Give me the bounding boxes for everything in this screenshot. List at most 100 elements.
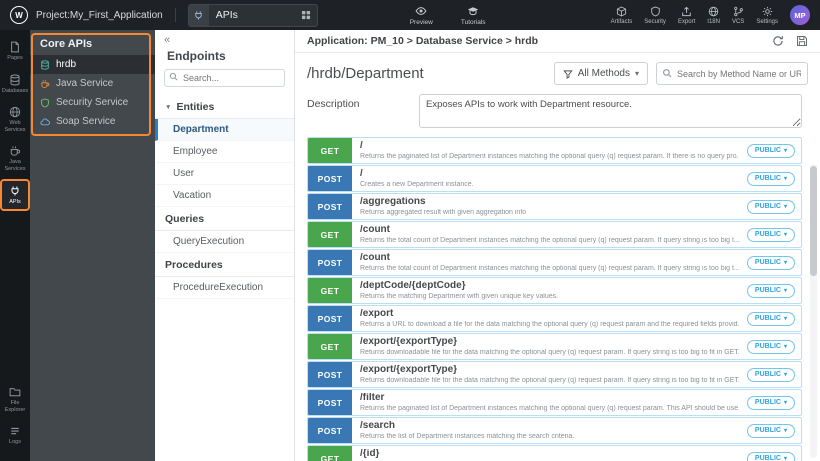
endpoint-path: /export/{exportType} <box>360 365 458 375</box>
access-level-dropdown[interactable]: PUBLIC ▾ <box>746 143 795 158</box>
sidebar-item-logs[interactable]: Logs <box>1 420 29 451</box>
chevron-down-icon: ▾ <box>634 69 639 78</box>
access-level-dropdown[interactable]: PUBLIC ▾ <box>746 311 795 326</box>
core-api-item-java-service[interactable]: Java Service <box>30 74 155 93</box>
api-endpoint-row[interactable]: GET /{id} Returns the Department instanc… <box>307 445 802 461</box>
api-endpoint-row[interactable]: POST /search Returns the list of Departm… <box>307 417 802 444</box>
search-icon <box>169 72 178 81</box>
http-method-badge: GET <box>308 138 352 163</box>
chevron-down-icon: ▾ <box>783 204 787 210</box>
core-api-label: hrdb <box>56 59 77 70</box>
tutorials-button[interactable]: Tutorials <box>461 5 486 26</box>
sidebar-item-file-explorer[interactable]: File Explorer <box>1 381 29 418</box>
access-level-label: PUBLIC <box>754 287 781 294</box>
topbar-center-tools: Preview Tutorials <box>410 5 486 26</box>
http-method-badge: GET <box>308 222 352 247</box>
tutorials-label: Tutorials <box>460 18 486 26</box>
settings-label: Settings <box>756 18 778 25</box>
graduation-cap-icon <box>467 6 479 15</box>
core-apis-title: Core APIs <box>40 38 93 50</box>
endpoint-item-user[interactable]: User <box>155 163 294 185</box>
endpoint-item-vacation[interactable]: Vacation <box>155 185 294 207</box>
endpoint-item-queryexecution[interactable]: QueryExecution <box>155 231 294 253</box>
core-api-item-hrdb[interactable]: hrdb <box>30 55 155 74</box>
sidebar-item-java-services[interactable]: Java Services <box>1 140 29 177</box>
branch-icon <box>733 6 743 16</box>
section-entities[interactable]: ▼ Entities <box>155 95 294 119</box>
access-level-dropdown[interactable]: PUBLIC ▾ <box>746 395 795 410</box>
endpoint-description: Returns the list of Department instances… <box>360 433 575 440</box>
endpoint-path: / <box>360 169 363 179</box>
preview-button[interactable]: Preview <box>410 5 433 26</box>
sidebar-item-label: Logs <box>9 439 21 446</box>
api-endpoint-row[interactable]: GET /count Returns the total count of De… <box>307 221 802 248</box>
shield-icon <box>650 6 660 16</box>
api-endpoint-row[interactable]: POST /export/{exportType} Returns downlo… <box>307 361 802 388</box>
cube-icon <box>616 6 626 16</box>
endpoint-description: Returns downloadable file for the data m… <box>360 349 739 356</box>
api-endpoint-row[interactable]: POST /aggregations Returns aggregated re… <box>307 193 802 220</box>
api-endpoint-row[interactable]: GET /deptCode/{deptCode} Returns the mat… <box>307 277 802 304</box>
core-api-item-security-service[interactable]: Security Service <box>30 93 155 112</box>
api-endpoint-row[interactable]: POST /filter Returns the paginated list … <box>307 389 802 416</box>
chevron-down-icon: ▾ <box>783 260 787 266</box>
methods-filter-label: All Methods <box>577 68 630 79</box>
sidebar-item-pages[interactable]: Pages <box>1 36 29 67</box>
chevron-down-icon: ▾ <box>783 400 787 406</box>
endpoint-item-procedureexecution[interactable]: ProcedureExecution <box>155 277 294 299</box>
access-level-dropdown[interactable]: PUBLIC ▾ <box>746 227 795 242</box>
http-method-badge: GET <box>308 446 352 461</box>
core-api-item-soap-service[interactable]: Soap Service <box>30 112 155 131</box>
refresh-button[interactable] <box>772 35 784 47</box>
api-endpoint-row[interactable]: GET /export/{exportType} Returns downloa… <box>307 333 802 360</box>
collapse-panel-button[interactable]: « <box>164 35 170 46</box>
description-label: Description <box>307 98 360 110</box>
access-level-dropdown[interactable]: PUBLIC ▾ <box>746 255 795 270</box>
vcs-button[interactable]: VCS <box>732 6 744 25</box>
vcs-label: VCS <box>731 18 745 25</box>
access-level-dropdown[interactable]: PUBLIC ▾ <box>746 339 795 354</box>
endpoint-item-employee[interactable]: Employee <box>155 141 294 163</box>
vertical-scrollbar[interactable] <box>810 164 817 458</box>
access-level-label: PUBLIC <box>754 399 781 406</box>
export-arrow-icon <box>682 6 691 16</box>
eye-icon <box>415 6 427 15</box>
sidebar-item-databases[interactable]: Databases <box>1 69 29 100</box>
method-search-input[interactable] <box>656 62 808 85</box>
endpoint-description: Returns a URL to download a file for the… <box>360 321 739 328</box>
sidebar-item-apis[interactable]: APIs <box>0 178 30 212</box>
access-level-dropdown[interactable]: PUBLIC ▾ <box>746 423 795 438</box>
user-avatar[interactable]: MP <box>790 5 810 25</box>
i18n-button[interactable]: I18N <box>707 6 720 25</box>
methods-filter-dropdown[interactable]: All Methods ▾ <box>553 62 648 85</box>
save-button[interactable] <box>796 35 808 47</box>
endpoint-item-department[interactable]: Department <box>155 119 294 141</box>
api-endpoint-row[interactable]: POST /export Returns a URL to download a… <box>307 305 802 332</box>
core-api-label: Soap Service <box>56 116 116 127</box>
sidebar-item-web-services[interactable]: Web Services <box>1 101 29 138</box>
api-endpoint-row[interactable]: GET / Returns the paginated list of Depa… <box>307 137 802 164</box>
scrollbar-thumb[interactable] <box>810 166 817 276</box>
export-button[interactable]: Export <box>678 6 695 25</box>
access-level-dropdown[interactable]: PUBLIC ▾ <box>746 283 795 298</box>
section-procedures[interactable]: Procedures <box>155 253 294 277</box>
access-level-dropdown[interactable]: PUBLIC ▾ <box>746 367 795 382</box>
wavemaker-logo-icon[interactable]: W <box>10 6 28 24</box>
access-level-dropdown[interactable]: PUBLIC ▾ <box>746 171 795 186</box>
security-button[interactable]: Security <box>644 6 666 25</box>
endpoint-path: /export/{exportType} <box>360 337 458 347</box>
access-level-dropdown[interactable]: PUBLIC ▾ <box>746 451 795 461</box>
gear-icon <box>762 6 772 16</box>
access-level-dropdown[interactable]: PUBLIC ▾ <box>746 199 795 214</box>
chevron-down-icon: ▾ <box>783 372 787 378</box>
api-module-icon <box>188 4 209 26</box>
artifacts-button[interactable]: Artifacts <box>611 6 632 25</box>
api-endpoint-row[interactable]: POST / Creates a new Department instance… <box>307 165 802 192</box>
top-bar: W Project:My_First_Application APIs Prev… <box>0 0 820 30</box>
module-selector-dropdown[interactable]: APIs <box>187 3 318 27</box>
endpoints-search-input[interactable] <box>164 69 285 87</box>
settings-button[interactable]: Settings <box>756 6 778 25</box>
section-queries[interactable]: Queries <box>155 207 294 231</box>
description-textarea[interactable]: Exposes APIs to work with Department res… <box>419 94 802 128</box>
api-endpoint-row[interactable]: POST /count Returns the total count of D… <box>307 249 802 276</box>
